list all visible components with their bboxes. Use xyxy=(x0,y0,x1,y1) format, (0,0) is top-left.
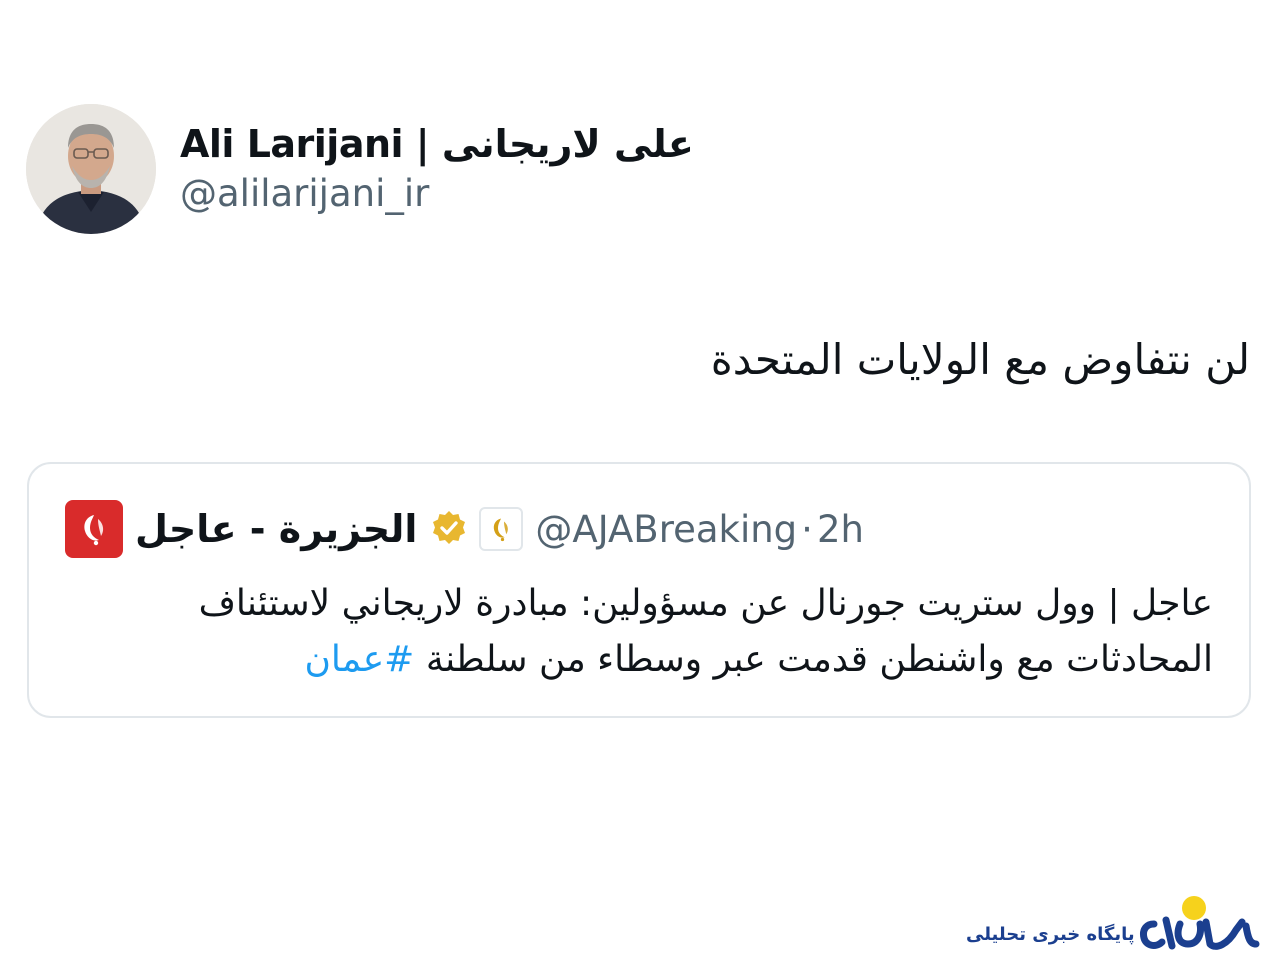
watermark-caption: پایگاه خبری تحلیلی xyxy=(966,924,1135,945)
tweet-author[interactable]: Ali Larijani | علی لاریجانی @alilarijani… xyxy=(26,104,694,234)
quoted-author-handle[interactable]: @AJABreaking xyxy=(535,508,797,551)
quoted-author-name[interactable]: الجزيرة - عاجل xyxy=(135,507,417,551)
author-handle[interactable]: @alilarijani_ir xyxy=(180,169,694,219)
author-name[interactable]: Ali Larijani | علی لاریجانی xyxy=(180,119,694,169)
affiliate-badge-icon xyxy=(479,507,524,551)
quoted-tweet-time[interactable]: 2h xyxy=(817,508,864,551)
quoted-tweet-card[interactable]: الجزيرة - عاجل @AJABreaking · 2h عاجل | … xyxy=(27,462,1251,718)
site-watermark: پایگاه خبری تحلیلی xyxy=(966,894,1266,960)
header-separator: · xyxy=(801,507,813,551)
al-jazeera-logo-icon[interactable] xyxy=(65,500,123,558)
tweet-text: لن نتفاوض مع الولايات المتحدة xyxy=(710,335,1250,384)
author-avatar[interactable] xyxy=(26,104,156,234)
hashtag-link[interactable]: #عمان xyxy=(304,639,414,680)
quoted-tweet-body: عاجل | وول ستريت جورنال عن مسؤولين: مباد… xyxy=(83,576,1213,688)
quoted-tweet-header: الجزيرة - عاجل @AJABreaking · 2h xyxy=(65,500,864,558)
avatar-image xyxy=(26,104,156,234)
verified-badge-icon xyxy=(433,511,466,544)
